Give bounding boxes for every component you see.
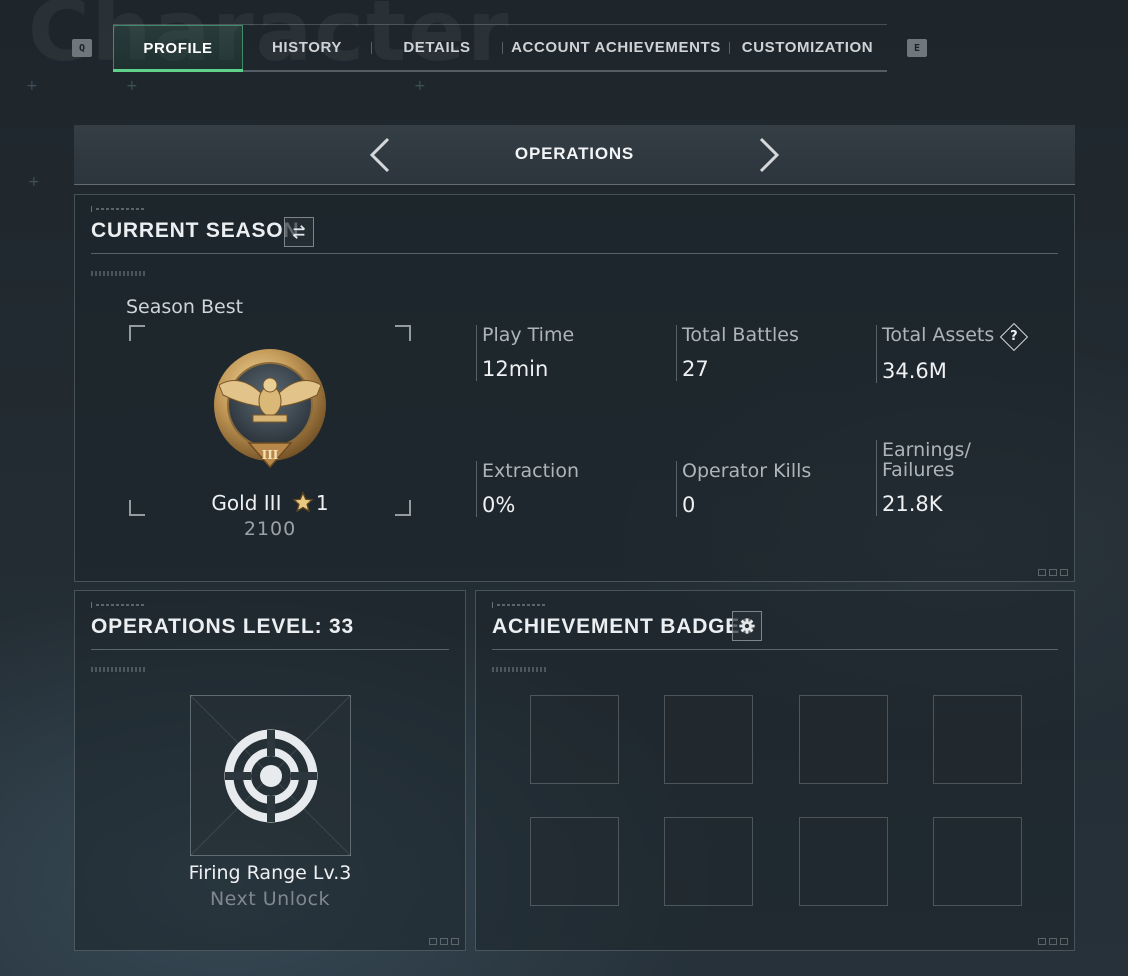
stat-value: 21.8K xyxy=(882,492,943,516)
tab-label: ACCOUNT ACHIEVEMENTS xyxy=(511,39,721,56)
stat-label: Operator Kills xyxy=(682,460,812,482)
next-unlock-name: Firing Range Lv.3 xyxy=(188,862,352,884)
stat-total-battles: Total Battles 27 xyxy=(676,325,799,381)
badge-slot[interactable] xyxy=(933,817,1022,906)
stat-play-time: Play Time 12min xyxy=(476,325,574,381)
frame-corner xyxy=(129,325,145,341)
badge-slot[interactable] xyxy=(664,817,753,906)
crosshair-deco-icon: + xyxy=(28,174,40,190)
tab-customization[interactable]: CUSTOMIZATION xyxy=(730,25,885,70)
badge-slot[interactable] xyxy=(664,695,753,784)
stat-label: Total Battles xyxy=(682,324,799,346)
tab-label: PROFILE xyxy=(143,39,213,57)
profile-tab-bar: Q PROFILE HISTORY DETAILS ACCOUNT ACHIEV… xyxy=(70,22,930,74)
stat-label: Extraction xyxy=(482,460,579,482)
rank-score: 2100 xyxy=(243,518,297,540)
next-tab-key-hint[interactable]: E xyxy=(907,39,927,57)
chevron-right-icon[interactable] xyxy=(747,135,787,175)
panel-tag-deco xyxy=(91,602,145,608)
crosshair-deco-icon: + xyxy=(126,78,138,94)
stat-value: 34.6M xyxy=(882,359,947,383)
frame-corner xyxy=(395,500,411,516)
swap-icon[interactable] xyxy=(284,217,314,247)
tab-details[interactable]: DETAILS xyxy=(372,25,502,70)
frame-corner xyxy=(129,500,145,516)
stat-label: Play Time xyxy=(482,324,575,346)
stat-total-assets: Total Assets? 34.6M xyxy=(876,322,1029,383)
achievement-badges-panel: ACHIEVEMENT BADGES xyxy=(475,590,1075,951)
stat-label: Earnings/ Failures xyxy=(882,439,971,481)
stat-extraction: Extraction 0% xyxy=(476,461,579,517)
season-best-label: Season Best xyxy=(126,296,244,318)
operations-level-panel: OPERATIONS LEVEL: 33 Firing Range Lv.3 N… xyxy=(74,590,466,951)
badge-slot[interactable] xyxy=(530,695,619,784)
help-glyph: ? xyxy=(1010,328,1019,344)
panel-tag-deco xyxy=(91,206,145,212)
panel-corner-deco xyxy=(1038,569,1068,576)
next-unlock-caption: Next Unlock xyxy=(209,888,331,910)
badge-slot[interactable] xyxy=(933,695,1022,784)
panel-corner-deco xyxy=(1038,938,1068,945)
rank-name: Gold III xyxy=(211,491,282,515)
target-icon xyxy=(224,729,318,823)
rank-display: Gold III 1 xyxy=(175,491,365,515)
tab-history[interactable]: HISTORY xyxy=(243,25,371,70)
tab-label: CUSTOMIZATION xyxy=(741,39,874,56)
panel-title: CURRENT SEASON xyxy=(91,219,300,242)
panel-tag-deco xyxy=(492,602,546,608)
rank-stars: 1 xyxy=(315,491,329,515)
crosshair-deco-icon: + xyxy=(414,78,426,94)
stat-value: 0 xyxy=(682,493,696,517)
stat-earnings-failures: Earnings/ Failures 21.8K xyxy=(876,440,971,516)
panel-title: OPERATIONS LEVEL: 33 xyxy=(91,615,354,638)
panel-corner-deco xyxy=(429,938,459,945)
stat-value: 0% xyxy=(482,493,516,517)
prev-tab-key-hint[interactable]: Q xyxy=(72,39,92,57)
frame-corner xyxy=(395,325,411,341)
mode-title: OPERATIONS xyxy=(514,144,635,163)
medal-numeral: III xyxy=(262,448,279,462)
panel-divider xyxy=(492,649,1058,650)
badge-slot[interactable] xyxy=(530,817,619,906)
panel-deco xyxy=(91,271,145,276)
stat-operator-kills: Operator Kills 0 xyxy=(676,461,811,517)
next-unlock-card[interactable] xyxy=(190,695,351,856)
panel-divider xyxy=(91,253,1058,254)
badge-slot[interactable] xyxy=(799,695,888,784)
stat-label: Total Assets xyxy=(882,324,995,346)
help-icon[interactable]: ? xyxy=(1000,322,1029,352)
panel-title: ACHIEVEMENT BADGES xyxy=(492,615,755,638)
panel-divider xyxy=(91,649,449,650)
tab-profile[interactable]: PROFILE xyxy=(113,25,243,72)
gold-eagle-medal-icon: III xyxy=(209,345,331,473)
crosshair-deco-icon: + xyxy=(26,78,38,94)
badge-slot[interactable] xyxy=(799,817,888,906)
stat-value: 27 xyxy=(682,357,709,381)
current-season-panel: CURRENT SEASON Season Best III Gold III … xyxy=(74,194,1075,582)
mode-selector: OPERATIONS xyxy=(74,125,1075,185)
panel-deco xyxy=(492,667,546,672)
tab-account-achievements[interactable]: ACCOUNT ACHIEVEMENTS xyxy=(503,25,729,70)
stat-value: 12min xyxy=(482,357,549,381)
tab-list: PROFILE HISTORY DETAILS ACCOUNT ACHIEVEM… xyxy=(113,24,887,72)
star-icon xyxy=(292,491,314,513)
gear-icon[interactable] xyxy=(732,611,762,641)
tab-label: DETAILS xyxy=(403,39,471,56)
panel-deco xyxy=(91,667,145,672)
tab-label: HISTORY xyxy=(271,39,343,56)
stat-label-row: Total Assets? xyxy=(882,322,1029,352)
